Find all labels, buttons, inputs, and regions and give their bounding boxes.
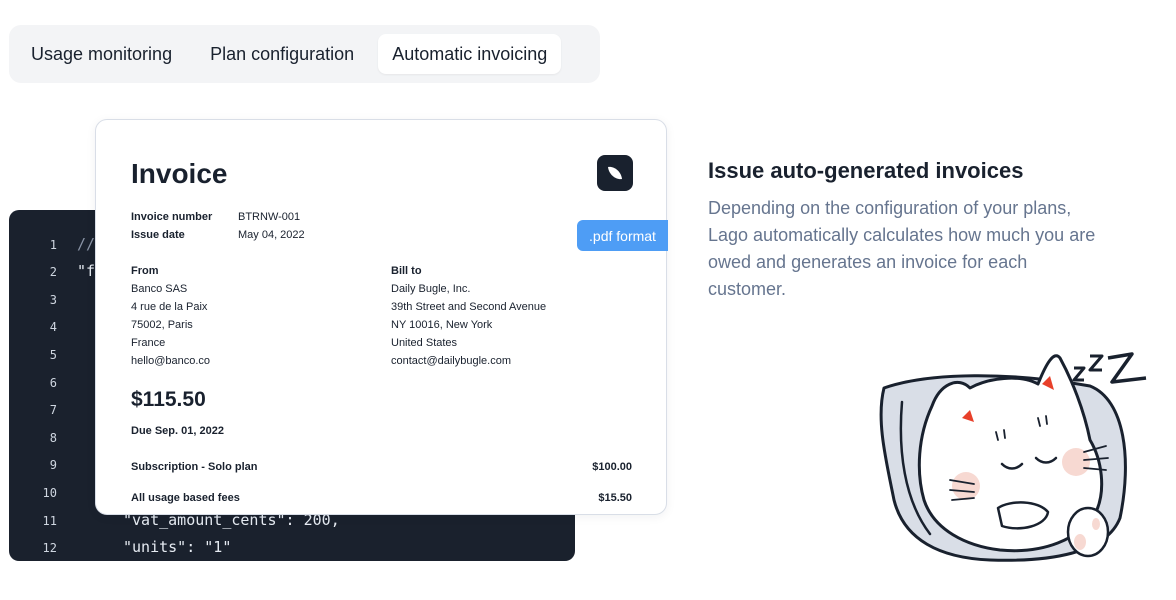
line-number: 9 (49, 458, 57, 472)
line-number: 8 (49, 431, 57, 445)
line-item-value: $15.50 (598, 492, 632, 504)
invoice-number-label: Invoice number (131, 211, 213, 223)
tab-plan-configuration[interactable]: Plan configuration (196, 34, 368, 74)
line-number: 10 (42, 486, 57, 500)
bill-to-line: United States (391, 337, 458, 349)
code-text: // (77, 235, 96, 253)
sleeping-cat-illustration (879, 352, 1147, 562)
from-line: 75002, Paris (131, 319, 193, 331)
invoice-total: $115.50 (131, 388, 206, 411)
line-number: 3 (49, 293, 57, 307)
feature-description: Depending on the configuration of your p… (708, 198, 1096, 299)
issue-date-label: Issue date (131, 229, 185, 241)
line-item: Subscription - Solo plan $100.00 (131, 461, 632, 473)
leaf-logo-icon (597, 155, 633, 191)
line-item-label: All usage based fees (131, 492, 240, 504)
from-label: From (131, 265, 159, 277)
line-number: 2 (49, 265, 57, 279)
line-item-value: $100.00 (592, 461, 632, 473)
feature-section: Usage monitoring Plan configuration Auto… (0, 0, 1176, 600)
line-number: 6 (49, 376, 57, 390)
tab-usage-monitoring[interactable]: Usage monitoring (17, 34, 186, 74)
pdf-format-badge[interactable]: .pdf format (577, 220, 668, 251)
bill-to-line: NY 10016, New York (391, 319, 493, 331)
line-item-label: Subscription - Solo plan (131, 461, 258, 473)
line-number: 12 (42, 541, 57, 555)
tab-bar: Usage monitoring Plan configuration Auto… (9, 25, 600, 83)
invoice-card: Invoice .pdf format Invoice number BTRNW… (95, 119, 668, 515)
feature-heading: Issue auto-generated invoices (708, 158, 1024, 183)
from-line: France (131, 337, 166, 349)
line-item: All usage based fees $15.50 (131, 492, 632, 504)
code-text: "f (77, 262, 96, 280)
invoice-number-value: BTRNW-001 (238, 211, 301, 223)
bill-to-email: contact@dailybugle.com (391, 355, 512, 367)
from-line: Banco SAS (131, 283, 188, 295)
from-line: 4 rue de la Paix (131, 301, 208, 313)
line-number: 11 (42, 514, 57, 528)
line-number: 5 (49, 348, 57, 362)
code-line: 12 "units": "1" (9, 535, 575, 561)
code-text: "units": "1" (123, 538, 232, 556)
bill-to-label: Bill to (391, 265, 422, 277)
line-number: 7 (49, 403, 57, 417)
bill-to-line: Daily Bugle, Inc. (391, 283, 471, 295)
invoice-title: Invoice (131, 158, 228, 189)
from-email: hello@banco.co (131, 355, 211, 367)
issue-date-value: May 04, 2022 (238, 229, 305, 241)
line-number: 4 (49, 320, 57, 334)
due-date: Due Sep. 01, 2022 (131, 425, 224, 437)
tab-automatic-invoicing[interactable]: Automatic invoicing (378, 34, 562, 74)
line-number: 1 (49, 238, 57, 252)
bill-to-line: 39th Street and Second Avenue (391, 301, 547, 313)
